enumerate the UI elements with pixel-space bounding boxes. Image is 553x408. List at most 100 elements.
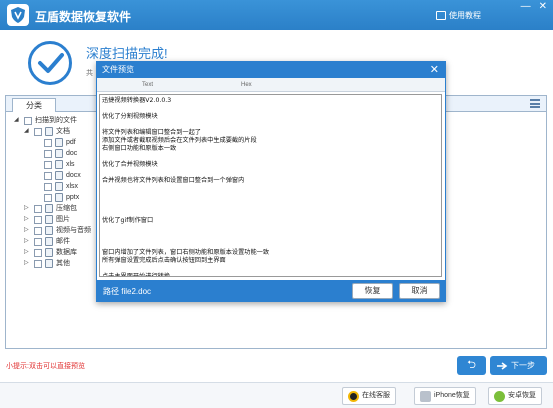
tree-item-checkbox[interactable] — [34, 237, 42, 246]
tree-item-checkbox[interactable] — [34, 204, 42, 213]
tree-item-checkbox[interactable] — [34, 215, 42, 224]
scan-complete-icon — [28, 41, 72, 85]
tree-item[interactable]: ▷ 数据库 — [24, 247, 77, 258]
expand-toggle-icon[interactable]: ▷ — [24, 258, 31, 269]
expand-toggle-icon[interactable]: ▷ — [24, 236, 31, 247]
expand-toggle-icon[interactable]: ◢ — [24, 126, 31, 137]
tutorial-label: 使用教程 — [449, 11, 481, 20]
qq-icon — [348, 390, 359, 402]
book-icon — [436, 11, 446, 20]
tree-item[interactable]: xls — [34, 159, 75, 170]
document-icon — [45, 127, 53, 136]
expand-toggle-icon[interactable]: ▷ — [24, 203, 31, 214]
tree-item-label: 扫描到的文件 — [35, 117, 77, 124]
preview-line: 优化了合并视频模块 — [102, 161, 158, 168]
back-arrow-icon: ⮌ — [467, 359, 476, 371]
recover-button[interactable]: 恢复 — [352, 283, 393, 299]
docx-icon — [55, 171, 63, 180]
tree-item[interactable]: xlsx — [34, 181, 78, 192]
tree-item-checkbox[interactable] — [34, 248, 42, 257]
preview-line — [102, 121, 439, 129]
tree-item-label: 其他 — [56, 260, 70, 267]
tree-item-checkbox[interactable] — [34, 259, 42, 268]
preview-line: 将文件列表和编辑窗口整合到一起了 — [102, 129, 201, 136]
tree-item-label: 图片 — [56, 216, 70, 223]
tree-item-label: pdf — [66, 139, 76, 146]
tree-item-label: 数据库 — [56, 249, 77, 256]
other-icon — [45, 259, 53, 268]
tree-item-checkbox[interactable] — [44, 193, 52, 202]
tree-item-checkbox[interactable] — [44, 149, 52, 158]
preview-line — [102, 193, 439, 201]
tree-item[interactable]: ▷ 视频与音频 — [24, 225, 91, 236]
tree-item-checkbox[interactable] — [44, 182, 52, 191]
android-recover-button[interactable]: 安卓恢复 — [488, 387, 542, 405]
tab-category[interactable]: 分类 — [12, 98, 56, 112]
tree-item[interactable]: ▷ 压缩包 — [24, 203, 77, 214]
next-label: 下一步 — [511, 361, 535, 370]
tutorial-link[interactable]: 使用教程 — [436, 10, 481, 21]
dialog-close-icon[interactable]: ✕ — [430, 62, 439, 78]
preview-line — [102, 105, 439, 113]
online-service-label: 在线客服 — [362, 392, 390, 399]
expand-toggle-icon[interactable]: ▷ — [24, 225, 31, 236]
preview-line — [102, 169, 439, 177]
expand-toggle-icon[interactable]: ◢ — [14, 115, 21, 126]
tree-item[interactable]: docx — [34, 170, 81, 181]
back-button[interactable]: ⮌ — [457, 356, 486, 375]
tree-item[interactable]: ▷ 其他 — [24, 258, 70, 269]
preview-line — [102, 209, 439, 217]
tree-item[interactable]: ◢ 扫描到的文件 — [14, 115, 77, 126]
tree-item-checkbox[interactable] — [34, 226, 42, 235]
preview-line — [102, 225, 439, 233]
tree-item-checkbox[interactable] — [44, 171, 52, 180]
tree-item[interactable]: ◢ 文档 — [24, 126, 70, 137]
file-preview-dialog: 文件预览 ✕ Text Hex 迅捷视频转换器V2.0.0.3 优化了分割视频模块… — [96, 61, 446, 302]
android-icon — [494, 390, 505, 402]
tree-item[interactable]: ▷ 邮件 — [24, 236, 70, 247]
tree-item-label: xlsx — [66, 183, 79, 190]
preview-line: 优化了gif制作窗口 — [102, 217, 154, 224]
app-logo-icon — [7, 4, 29, 26]
xlsx-icon — [55, 182, 63, 191]
tab-hex[interactable]: Hex — [241, 82, 252, 88]
expand-toggle-icon[interactable]: ▷ — [24, 247, 31, 258]
menu-icon[interactable] — [530, 99, 540, 108]
close-button[interactable]: ✕ — [539, 1, 547, 12]
dialog-title: 文件预览 — [102, 65, 134, 74]
media-icon — [45, 226, 53, 235]
online-service-button[interactable]: 在线客服 — [342, 387, 396, 405]
dialog-footer: 路径 file2.doc 恢复 取消 — [97, 280, 445, 302]
preview-line: 添加文件或者截取视频后会在文件列表中生成要截的片段 — [102, 137, 257, 144]
preview-content[interactable]: 迅捷视频转换器V2.0.0.3 优化了分割视频模块 将文件列表和编辑窗口整合到一起了… — [99, 94, 442, 277]
tree-item[interactable]: doc — [34, 148, 77, 159]
tree-item-checkbox[interactable] — [24, 116, 32, 125]
tree-item-checkbox[interactable] — [34, 127, 42, 136]
scan-status-subtitle: 共 — [86, 70, 93, 77]
title-bar: 互盾数据恢复软件 使用教程 — ✕ — [0, 0, 553, 30]
tree-item-checkbox[interactable] — [44, 160, 52, 169]
minimize-button[interactable]: — — [521, 1, 531, 12]
tree-item[interactable]: pdf — [34, 137, 76, 148]
preview-line — [102, 265, 439, 273]
tree-item-label: xls — [66, 161, 75, 168]
iphone-recover-label: iPhone恢复 — [434, 392, 470, 399]
tree-item-checkbox[interactable] — [44, 138, 52, 147]
preview-line: 迅捷视频转换器V2.0.0.3 — [102, 97, 172, 104]
preview-line — [102, 153, 439, 161]
tab-text[interactable]: Text — [142, 82, 153, 88]
tree-item[interactable]: ▷ 图片 — [24, 214, 70, 225]
tree-item-label: 视频与音频 — [56, 227, 91, 234]
iphone-recover-button[interactable]: iPhone恢复 — [414, 387, 476, 405]
next-button[interactable]: 下一步 — [490, 356, 547, 375]
tree-item[interactable]: pptx — [34, 192, 79, 203]
tree-item-label: 压缩包 — [56, 205, 77, 212]
tree-item-label: docx — [66, 172, 81, 179]
image-icon — [45, 215, 53, 224]
scan-status-title: 深度扫描完成! — [86, 46, 168, 61]
preview-line: 所有弹窗设置完成后点击确认按钮回到主界面 — [102, 257, 226, 264]
expand-toggle-icon[interactable]: ▷ — [24, 214, 31, 225]
doc-icon — [55, 149, 63, 158]
preview-line — [102, 241, 439, 249]
cancel-button[interactable]: 取消 — [399, 283, 440, 299]
